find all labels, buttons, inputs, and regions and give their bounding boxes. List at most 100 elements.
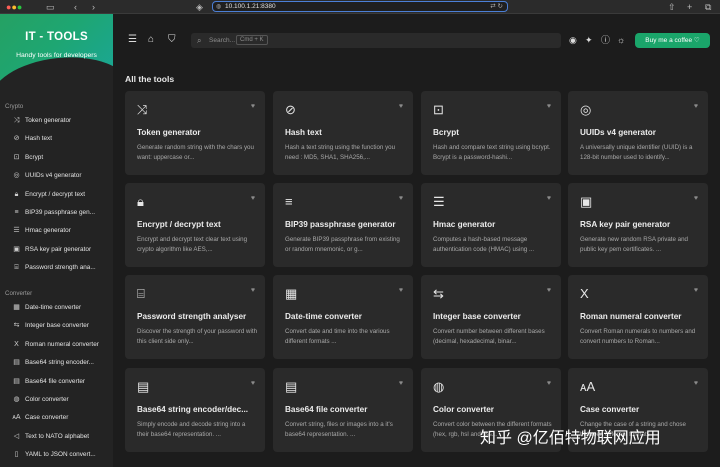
tool-card-description: A universally unique identifier (UUID) i…: [580, 144, 693, 161]
list-icon: ≡: [14, 209, 19, 216]
favorite-heart-icon[interactable]: ♥: [694, 380, 698, 387]
theme-toggle-icon[interactable]: ☼: [617, 34, 625, 46]
favorite-heart-icon[interactable]: ♥: [694, 287, 698, 294]
sidebar-item[interactable]: ⤨ Token generator: [12, 114, 112, 128]
sidebar-item[interactable]: ◎ UUIDs v4 generator: [12, 169, 112, 183]
certificate-icon: ▣: [13, 245, 20, 253]
shield-icon[interactable]: ◈: [196, 1, 203, 13]
back-icon[interactable]: ‹: [74, 1, 77, 13]
sidebar-item-label: Color converter: [25, 396, 69, 403]
favorite-heart-icon[interactable]: ♥: [547, 195, 551, 202]
arrows-left-right-icon: ⇆: [433, 286, 444, 301]
sidebar-item-label: YAML to JSON convert...: [25, 451, 96, 459]
search-placeholder: Search...: [209, 37, 236, 44]
sidebar-section-label[interactable]: Crypto: [5, 103, 23, 110]
share-icon[interactable]: ⇧: [668, 1, 676, 13]
favorite-heart-icon[interactable]: ♥: [694, 103, 698, 110]
favorite-heart-icon[interactable]: ♥: [251, 195, 255, 202]
sidebar-item[interactable]: ◁ Text to NATO alphabet: [12, 430, 112, 444]
list-icon: ≡: [285, 194, 293, 209]
twitter-icon[interactable]: ✦: [585, 34, 593, 46]
tool-card[interactable]: ⇆ ♥ Integer base converter Convert number b…: [421, 275, 561, 359]
tool-card-description: Convert string, files or images into a i…: [285, 421, 393, 438]
sidebar-item-label: Hmac generator: [25, 227, 71, 235]
tool-card[interactable]: ⊘ ♥ Hash text Hash a text string using the …: [273, 91, 413, 175]
tool-card-description: Generate BIP39 passphrase from existing …: [285, 236, 400, 253]
tool-card-description: Computes a hash-based message authentica…: [433, 236, 535, 253]
home-icon[interactable]: ⌂: [148, 34, 154, 46]
forward-icon[interactable]: ›: [92, 1, 95, 13]
favorite-heart-icon[interactable]: ♥: [399, 195, 403, 202]
tool-card[interactable]: ⊡ ♥ Bcrypt Hash and compare text string usi…: [421, 91, 561, 175]
info-icon[interactable]: ⓘ: [601, 34, 610, 46]
favorite-heart-icon[interactable]: ♥: [251, 380, 255, 387]
tool-card[interactable]: ☰ ♥ Hmac generator Computes a hash-based me…: [421, 183, 561, 267]
favorite-heart-icon[interactable]: ♥: [547, 380, 551, 387]
tool-card-description: Discover the strength of your password w…: [137, 328, 258, 345]
menu-icon[interactable]: ☰: [128, 34, 137, 46]
address-bar[interactable]: ◍ 10.100.1.21:8380 ⇄ ↻: [212, 1, 508, 12]
lock-square-icon: ⊡: [13, 153, 20, 161]
sidebar-item[interactable]: ⇆ Integer base converter: [12, 319, 112, 333]
sidebar-item-label: Case converter: [25, 414, 69, 422]
favorite-heart-icon[interactable]: ♥: [251, 287, 255, 294]
search-bar[interactable]: ⌕ Search... Cmd + K: [191, 33, 561, 48]
file-icon: ▯: [14, 451, 19, 459]
sidebar-item[interactable]: ▤ Base64 string encoder...: [12, 356, 112, 370]
tool-card[interactable]: 🔒︎ ♥ Encrypt / decrypt text Encrypt and dec…: [125, 183, 265, 267]
sidebar-item[interactable]: ⊘ Hash text: [12, 132, 112, 146]
file-digit-icon: ▤: [285, 379, 298, 394]
github-icon[interactable]: ◉: [569, 34, 577, 46]
tool-card[interactable]: ◎ ♥ UUIDs v4 generator A universally unique…: [568, 91, 708, 175]
palette-icon: ◍: [433, 379, 445, 394]
sidebar-item[interactable]: ▯ YAML to JSON convert...: [12, 448, 112, 462]
tool-card[interactable]: ⌸ ♥ Password strength analyser Discover the…: [125, 275, 265, 359]
tool-card[interactable]: ▣ ♥ RSA key pair generator Generate new ran…: [568, 183, 708, 267]
tool-card[interactable]: X ♥ Roman numeral converter Convert Roman n…: [568, 275, 708, 359]
favorite-heart-icon[interactable]: ♥: [547, 287, 551, 294]
tool-card[interactable]: ▤ ♥ Base64 string encoder/dec... Simply enc…: [125, 368, 265, 452]
tool-card[interactable]: ▤ ♥ Base64 file converter Convert string, f…: [273, 368, 413, 452]
sidebar-item[interactable]: ≡ BIP39 passphrase gen...: [12, 206, 112, 220]
sidebar-item[interactable]: ⊡ Bcrypt: [12, 151, 112, 165]
sidebar-item[interactable]: X Roman numeral converter: [12, 338, 112, 352]
search-icon: ⌕: [197, 36, 202, 45]
tool-card[interactable]: ⤨ ♥ Token generator Generate random string …: [125, 91, 265, 175]
tool-card-title: Bcrypt: [433, 128, 459, 137]
sidebar-item[interactable]: ▤ Base64 file converter: [12, 375, 112, 389]
sidebar-item[interactable]: 🔒︎ Encrypt / decrypt text: [12, 188, 112, 202]
tool-card[interactable]: ▦ ♥ Date-time converter Convert date and ti…: [273, 275, 413, 359]
sidebar-item-label: Bcrypt: [25, 153, 44, 161]
page-title: All the tools: [125, 74, 175, 84]
sidebar-section-label[interactable]: Converter: [5, 290, 32, 297]
favorite-heart-icon[interactable]: ♥: [694, 195, 698, 202]
brand-header[interactable]: IT - TOOLS Handy tools for developers: [0, 14, 113, 90]
buy-me-a-coffee-button[interactable]: Buy me a coffee ♡: [635, 33, 710, 48]
tool-card-title: UUIDs v4 generator: [580, 128, 656, 137]
new-tab-icon[interactable]: +: [687, 1, 692, 13]
tabs-overview-icon[interactable]: ⧉: [705, 1, 711, 13]
favorite-heart-icon[interactable]: ♥: [399, 380, 403, 387]
favorite-heart-icon[interactable]: ♥: [399, 287, 403, 294]
short-text-icon: ☰: [13, 227, 20, 235]
sidebar-item-label: Integer base converter: [25, 322, 89, 330]
sidebar-item[interactable]: ☰ Hmac generator: [12, 224, 112, 238]
reload-icon[interactable]: ⇄ ↻: [490, 2, 503, 12]
favorite-heart-icon[interactable]: ♥: [251, 103, 255, 110]
fingerprint-icon: ◎: [580, 102, 592, 117]
favorite-heart-icon[interactable]: ♥: [399, 103, 403, 110]
sidebar-toggle-icon[interactable]: ▭: [46, 1, 55, 13]
sidebar-item[interactable]: ⌸ Password strength ana...: [12, 261, 112, 275]
sidebar-item[interactable]: ᴀA Case converter: [12, 411, 112, 425]
tool-card[interactable]: ≡ ♥ BIP39 passphrase generator Generate BIP…: [273, 183, 413, 267]
tool-card-title: Token generator: [137, 128, 201, 137]
heart-handshake-icon[interactable]: ⛉: [168, 34, 176, 46]
tool-card-title: RSA key pair generator: [580, 220, 671, 229]
sidebar-item[interactable]: ◍ Color converter: [12, 393, 112, 407]
lock-icon: 🔒︎: [14, 190, 19, 198]
tool-card-description: Convert number between different bases (…: [433, 328, 545, 345]
favorite-heart-icon[interactable]: ♥: [547, 103, 551, 110]
eye-off-icon: ⊘: [285, 102, 296, 117]
sidebar-item[interactable]: ▦ Date-time converter: [12, 301, 112, 315]
sidebar-item[interactable]: ▣ RSA key pair generator: [12, 243, 112, 257]
